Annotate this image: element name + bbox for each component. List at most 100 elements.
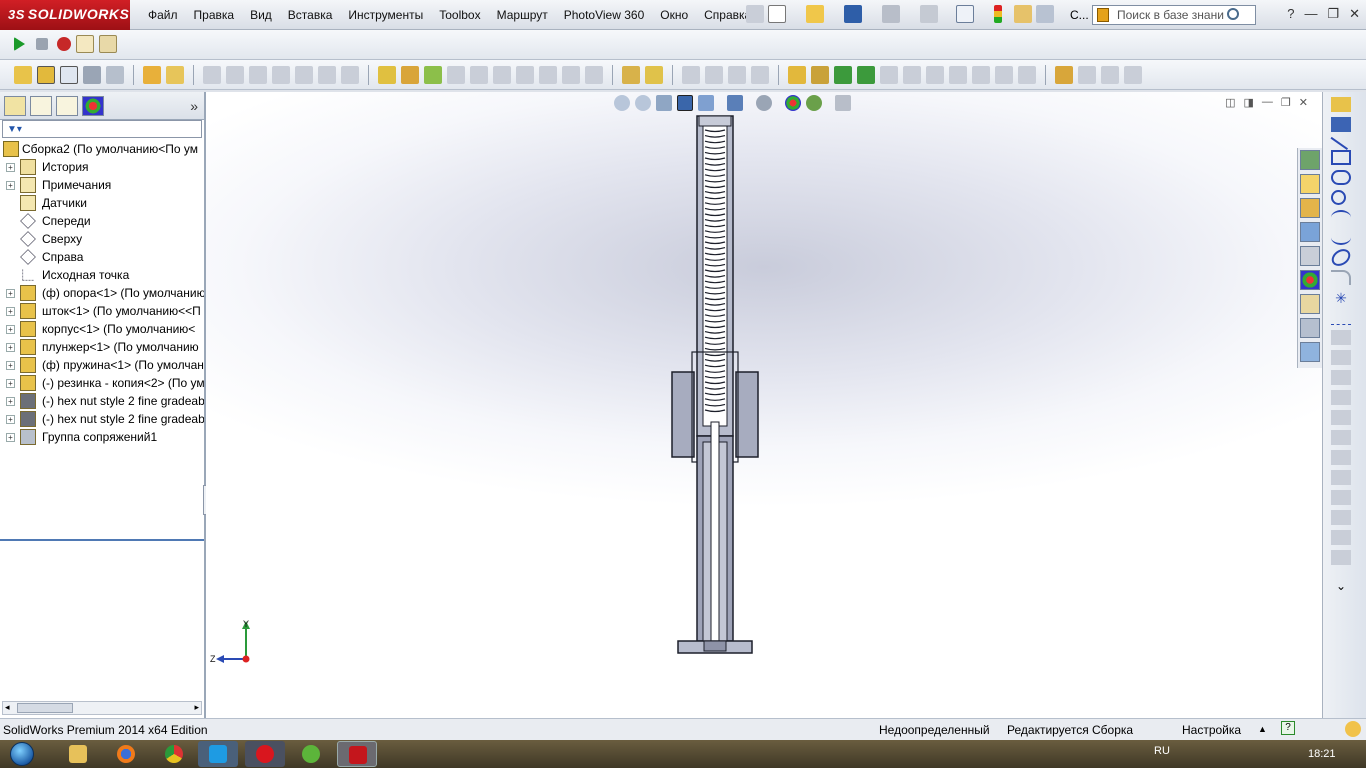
taskbar-app-utorrent[interactable] bbox=[291, 741, 331, 767]
apply-scene-icon[interactable] bbox=[806, 95, 822, 111]
custom-properties-icon[interactable] bbox=[1300, 294, 1320, 314]
view-settings-icon[interactable] bbox=[835, 95, 851, 111]
route-tool-icon[interactable] bbox=[903, 66, 921, 84]
filter-icon[interactable]: ▼▾ bbox=[7, 124, 22, 135]
rollback-bar[interactable] bbox=[0, 539, 204, 541]
scroll-right-icon[interactable]: ▸ bbox=[194, 702, 199, 713]
solidworks-logo[interactable]: 3S SOLIDWORKS bbox=[0, 0, 130, 30]
offset-icon[interactable] bbox=[1331, 350, 1351, 365]
knowledge-base-search[interactable]: Поиск в базе знани bbox=[1092, 5, 1256, 25]
expand-icon[interactable]: + bbox=[6, 415, 15, 424]
taskbar-app-solidworks[interactable] bbox=[337, 741, 377, 767]
file-properties-icon[interactable] bbox=[1014, 5, 1032, 23]
configuration-manager-tab[interactable] bbox=[56, 96, 78, 116]
menu-routing[interactable]: Маршрут bbox=[489, 0, 556, 30]
open-folder-icon[interactable] bbox=[806, 5, 824, 23]
tree-item[interactable]: + (-) hex nut style 2 fine gradeab bbox=[0, 410, 204, 428]
expand-icon[interactable]: + bbox=[6, 397, 15, 406]
tree-item[interactable]: Справа bbox=[0, 248, 204, 266]
solidworks-resources-icon[interactable] bbox=[1300, 150, 1320, 170]
search-input[interactable]: Поиск в базе знани bbox=[1117, 8, 1224, 22]
graphics-area[interactable]: ◫ ◨ — ❐ ✕ Y Z bbox=[206, 92, 1322, 718]
start-button[interactable] bbox=[4, 740, 48, 768]
expand-tabs-icon[interactable]: » bbox=[190, 98, 198, 114]
expand-icon[interactable]: + bbox=[6, 361, 15, 370]
tree-item[interactable]: + (-) резинка - копия<2> (По ум bbox=[0, 374, 204, 392]
tree-item[interactable]: Исходная точка bbox=[0, 266, 204, 284]
tree-item[interactable]: Датчики bbox=[0, 194, 204, 212]
route-tool-icon[interactable] bbox=[751, 66, 769, 84]
home-icon[interactable] bbox=[1300, 174, 1320, 194]
pipe-route-icon[interactable] bbox=[622, 66, 640, 84]
tree-horizontal-scrollbar[interactable]: ◂ ▸ bbox=[2, 701, 202, 715]
connector-icon[interactable] bbox=[857, 66, 875, 84]
route-tool-icon[interactable] bbox=[880, 66, 898, 84]
tree-item[interactable]: + (ф) пружина<1> (По умолчан bbox=[0, 356, 204, 374]
search-results-icon[interactable] bbox=[1300, 246, 1320, 266]
route-tool-icon[interactable] bbox=[203, 66, 221, 84]
tree-item[interactable]: + шток<1> (По умолчанию<<П bbox=[0, 302, 204, 320]
route-tool-icon[interactable] bbox=[295, 66, 313, 84]
line-icon[interactable] bbox=[1330, 131, 1352, 151]
route-tool-icon[interactable] bbox=[972, 66, 990, 84]
tree-item[interactable]: + (ф) опора<1> (По умолчанию bbox=[0, 284, 204, 302]
connector-icon[interactable] bbox=[834, 66, 852, 84]
expand-icon[interactable]: + bbox=[6, 325, 15, 334]
expand-icon[interactable]: + bbox=[6, 163, 15, 172]
edit-macro-icon[interactable] bbox=[99, 35, 117, 53]
tree-item[interactable]: + (-) hex nut style 2 fine gradeab bbox=[0, 392, 204, 410]
tree-item[interactable]: + Примечания bbox=[0, 176, 204, 194]
auto-route-icon[interactable] bbox=[83, 66, 101, 84]
expand-icon[interactable]: + bbox=[6, 433, 15, 442]
centerline-icon[interactable] bbox=[1331, 310, 1351, 325]
route-tool-icon[interactable] bbox=[585, 66, 603, 84]
toolbar-overflow-icon[interactable]: ⌄ bbox=[1331, 579, 1351, 594]
tree-item[interactable]: + История bbox=[0, 158, 204, 176]
electrical-route-icon[interactable] bbox=[378, 66, 396, 84]
fillet-icon[interactable] bbox=[1331, 270, 1351, 285]
route-tool-icon[interactable] bbox=[249, 66, 267, 84]
customize-arrow-icon[interactable]: ▲ bbox=[1258, 724, 1267, 734]
zoom-to-area-icon[interactable] bbox=[635, 95, 651, 111]
route-tool-icon[interactable] bbox=[926, 66, 944, 84]
help-status-icon[interactable]: ? bbox=[1281, 721, 1295, 735]
check-route-icon[interactable] bbox=[424, 66, 442, 84]
relations-icon[interactable] bbox=[1331, 450, 1351, 465]
print-icon[interactable] bbox=[882, 5, 900, 23]
route-tool-icon[interactable] bbox=[318, 66, 336, 84]
repair-sketch-icon[interactable] bbox=[1331, 470, 1351, 485]
file-explorer-icon[interactable] bbox=[1300, 222, 1320, 242]
route-tool-icon[interactable] bbox=[949, 66, 967, 84]
feature-manager-tab[interactable] bbox=[4, 96, 26, 116]
expand-icon[interactable]: + bbox=[6, 181, 15, 190]
expand-icon[interactable]: + bbox=[6, 343, 15, 352]
route-tool-icon[interactable] bbox=[493, 66, 511, 84]
minimize-icon[interactable]: — bbox=[1304, 6, 1317, 22]
close-icon[interactable]: ✕ bbox=[1349, 6, 1360, 22]
viewport-restore-icon[interactable]: ❐ bbox=[1281, 96, 1291, 109]
trim-icon[interactable] bbox=[1331, 330, 1351, 345]
route-tool-icon[interactable] bbox=[470, 66, 488, 84]
base-nut[interactable] bbox=[703, 640, 727, 652]
menu-edit[interactable]: Правка bbox=[186, 0, 243, 30]
smart-dimension-icon[interactable] bbox=[1331, 117, 1351, 132]
circle-icon[interactable] bbox=[1331, 190, 1346, 205]
restore-icon[interactable]: ❐ bbox=[1327, 6, 1339, 22]
sketch-icon[interactable] bbox=[1331, 97, 1351, 112]
ellipse-icon[interactable] bbox=[1328, 245, 1354, 270]
tree-filter[interactable]: ▼▾ bbox=[2, 120, 202, 138]
new-macro-icon[interactable] bbox=[76, 35, 94, 53]
wrench-icon[interactable] bbox=[1055, 66, 1073, 84]
tree-item[interactable]: Сверху bbox=[0, 230, 204, 248]
select-pointer-icon[interactable] bbox=[956, 5, 974, 23]
arc-icon[interactable] bbox=[1331, 210, 1351, 225]
route-tool-icon[interactable] bbox=[1078, 66, 1096, 84]
rapid-sketch-icon[interactable] bbox=[1331, 510, 1351, 525]
expand-icon[interactable]: + bbox=[6, 307, 15, 316]
menu-photoview[interactable]: PhotoView 360 bbox=[556, 0, 653, 30]
route-tool-icon[interactable] bbox=[1101, 66, 1119, 84]
route-tool-icon[interactable] bbox=[447, 66, 465, 84]
spline-route-icon[interactable] bbox=[60, 66, 78, 84]
route-tool-icon[interactable] bbox=[341, 66, 359, 84]
route-tool-icon[interactable] bbox=[516, 66, 534, 84]
